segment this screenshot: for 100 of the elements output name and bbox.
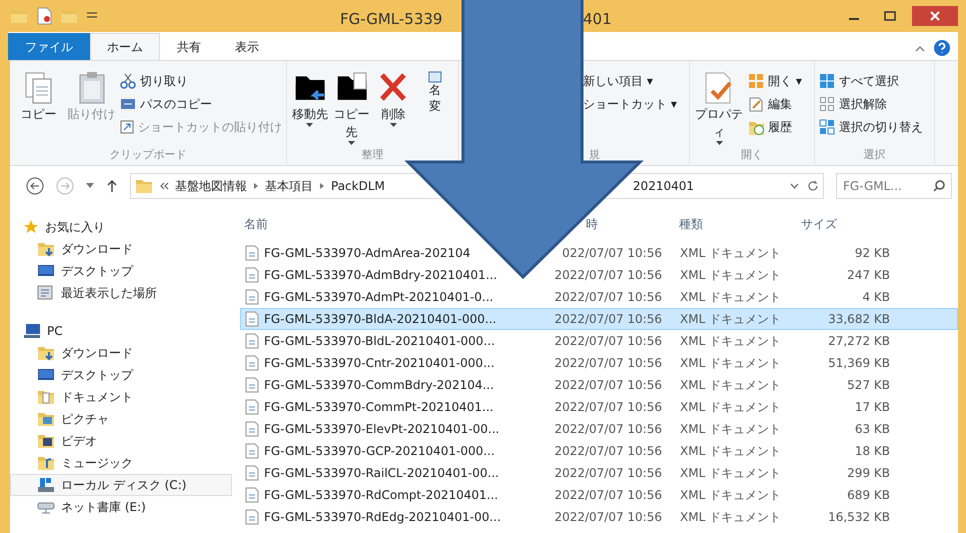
maximize-icon[interactable] [884,10,896,22]
documents-icon [37,388,55,406]
file-row[interactable]: FG-GML-533970-CommPt-20210401... 2022/07/07 10:56 XML ドキュメント 17 KB [240,396,958,418]
ribbon-button[interactable]: パスのコピー [120,94,282,114]
nav-item[interactable]: デスクトップ [10,260,232,282]
file-row[interactable]: FG-GML-533970-AdmBdry-20210401... 2022/07/07 10:56 XML ドキュメント 247 KB [240,264,958,286]
xml-file-icon [245,377,259,393]
overflow-chevron-icon [159,182,169,190]
scissors-icon [120,73,136,89]
xml-file-icon [245,465,259,481]
file-row[interactable]: FG-GML-533970-Cntr-20210401-000... 2022/07/07 10:56 XML ドキュメント 51,369 KB [240,352,958,374]
help-icon[interactable] [934,40,950,56]
ribbon-tab[interactable]: 表示 [218,33,276,60]
file-row[interactable]: FG-GML-533970-RailCL-20210401-00... 2022/07/07 10:56 XML ドキュメント 299 KB [240,462,958,484]
download-folder-icon [37,240,55,258]
nav-item[interactable]: ドキュメント [10,386,232,408]
group-label: 規 [588,146,600,162]
file-row[interactable]: FG-GML-533970-RdEdg-20210401-00... 2022/07/07 10:56 XML ドキュメント 16,532 KB [240,506,958,528]
group-label: クリップボード [110,146,186,162]
nav-item[interactable]: 最近表示した場所 [10,282,232,304]
ribbon-button[interactable]: 編集 [748,94,802,114]
column-header[interactable]: 種類 [675,215,703,233]
edit-icon [748,96,764,112]
column-header[interactable]: サイズ [797,215,837,233]
file-row[interactable]: FG-GML-533970-RdCompt-20210401... 2022/07/07 10:56 XML ドキュメント 689 KB [240,484,958,506]
close-icon[interactable] [930,11,940,21]
file-row[interactable]: FG-GML-533970-BldA-20210401-000... 2022/07/07 10:56 XML ドキュメント 33,682 KB [240,308,958,330]
group-label: 整理 [362,146,384,162]
xml-file-icon [245,311,259,327]
file-row[interactable]: FG-GML-533970-AdmPt-20210401-0... 2022/07/07 10:56 XML ドキュメント 4 KB [240,286,958,308]
path-icon [120,97,136,111]
nav-item[interactable]: ビデオ [10,430,232,452]
chevron-icon [319,182,325,190]
ribbon-button[interactable]: プロパティ [694,65,744,146]
ribbon-button[interactable]: 切り取り [120,71,282,91]
nav-item[interactable]: ダウンロード [10,238,232,260]
file-tab[interactable]: ファイル [8,33,90,60]
file-row[interactable]: FG-GML-533970-BldL-20210401-000... 2022/07/07 10:56 XML ドキュメント 27,272 KB [240,330,958,352]
open-icon [748,73,764,89]
search-icon[interactable] [933,180,945,192]
file-row[interactable]: FG-GML-533970-ElevPt-20210401-00... 2022/07/07 10:56 XML ドキュメント 63 KB [240,418,958,440]
caret-icon[interactable] [86,183,94,189]
nav-item[interactable]: お気に入り [10,216,232,238]
xml-file-icon [245,245,259,261]
ribbon-button[interactable]: 削除 [374,65,412,146]
drive-icon [37,476,55,494]
file-row[interactable]: FG-GML-533970-CommBdry-202104... 2022/07/07 10:56 XML ドキュメント 527 KB [240,374,958,396]
breadcrumb[interactable]: 基盤地図情報 [175,177,247,195]
xml-file-icon [245,421,259,437]
ribbon-button[interactable]: コピー先 [332,65,370,146]
folder-icon [135,177,153,195]
nav-item[interactable]: ネット書庫 (E:) [10,496,232,518]
collapse-ribbon-icon[interactable] [914,43,926,53]
breadcrumb[interactable]: 基本項目 [265,177,313,195]
xml-file-icon [245,289,259,305]
ribbon-tab[interactable]: ホーム [90,33,160,60]
ribbon-button[interactable]: 新しい項目 ▾ [583,71,677,91]
recent-places-icon [37,284,55,302]
file-row[interactable]: FG-GML-533970-GCP-20210401-000... 2022/07/07 10:56 XML ドキュメント 18 KB [240,440,958,462]
column-header[interactable]: 時 [586,215,598,233]
xml-file-icon [245,399,259,415]
xml-file-icon [245,509,259,525]
breadcrumb[interactable]: PackDLM [331,177,385,195]
ribbon-button[interactable]: 開く ▾ [748,71,802,91]
refresh-icon[interactable] [807,180,819,192]
window-title: FG-GML-5339 [340,9,442,30]
file-row[interactable]: FG-GML-533970-AdmArea-202104 022/07/07 10:56 XML ドキュメント 92 KB [240,242,958,264]
clipboard-icon [76,71,106,105]
up-icon[interactable] [106,179,118,193]
ribbon-button[interactable]: すべて選択 [819,71,923,91]
xml-file-icon [245,267,259,283]
select-all-icon [819,73,835,89]
download-folder-icon [37,344,55,362]
ribbon-button[interactable]: 選択の切り替え [819,117,923,137]
breadcrumb[interactable]: 20210401 [632,177,694,195]
nav-item[interactable]: デスクトップ [10,364,232,386]
nav-item[interactable]: ダウンロード [10,342,232,364]
ribbon-button[interactable]: ショートカット ▾ [583,94,677,114]
nav-item[interactable]: PC [10,320,232,342]
document-icon[interactable] [36,7,52,25]
ribbon-tab[interactable]: 共有 [160,33,218,60]
nav-item[interactable]: ローカル ディスク (C:) [10,474,232,496]
ribbon-button[interactable]: 選択解除 [819,94,923,114]
search-field[interactable]: FG-GML... [836,173,952,199]
column-header[interactable]: 名前 [240,215,268,233]
history-icon [748,119,764,135]
copy-icon [24,71,54,105]
select-none-icon [819,96,835,112]
computer-icon [23,323,41,339]
ribbon-button[interactable]: コピー [14,65,63,146]
ribbon-button[interactable]: 名変 [416,65,454,146]
nav-item[interactable]: ミュージック [10,452,232,474]
group-label: 開く [741,146,763,162]
ribbon-button[interactable]: 履歴 [748,117,802,137]
xml-file-icon [245,487,259,503]
ribbon-button[interactable]: 移動先 [291,65,329,146]
group-label: 選択 [864,146,886,162]
nav-item[interactable]: ピクチャ [10,408,232,430]
back-icon[interactable] [26,177,44,195]
close-button[interactable] [912,6,958,26]
